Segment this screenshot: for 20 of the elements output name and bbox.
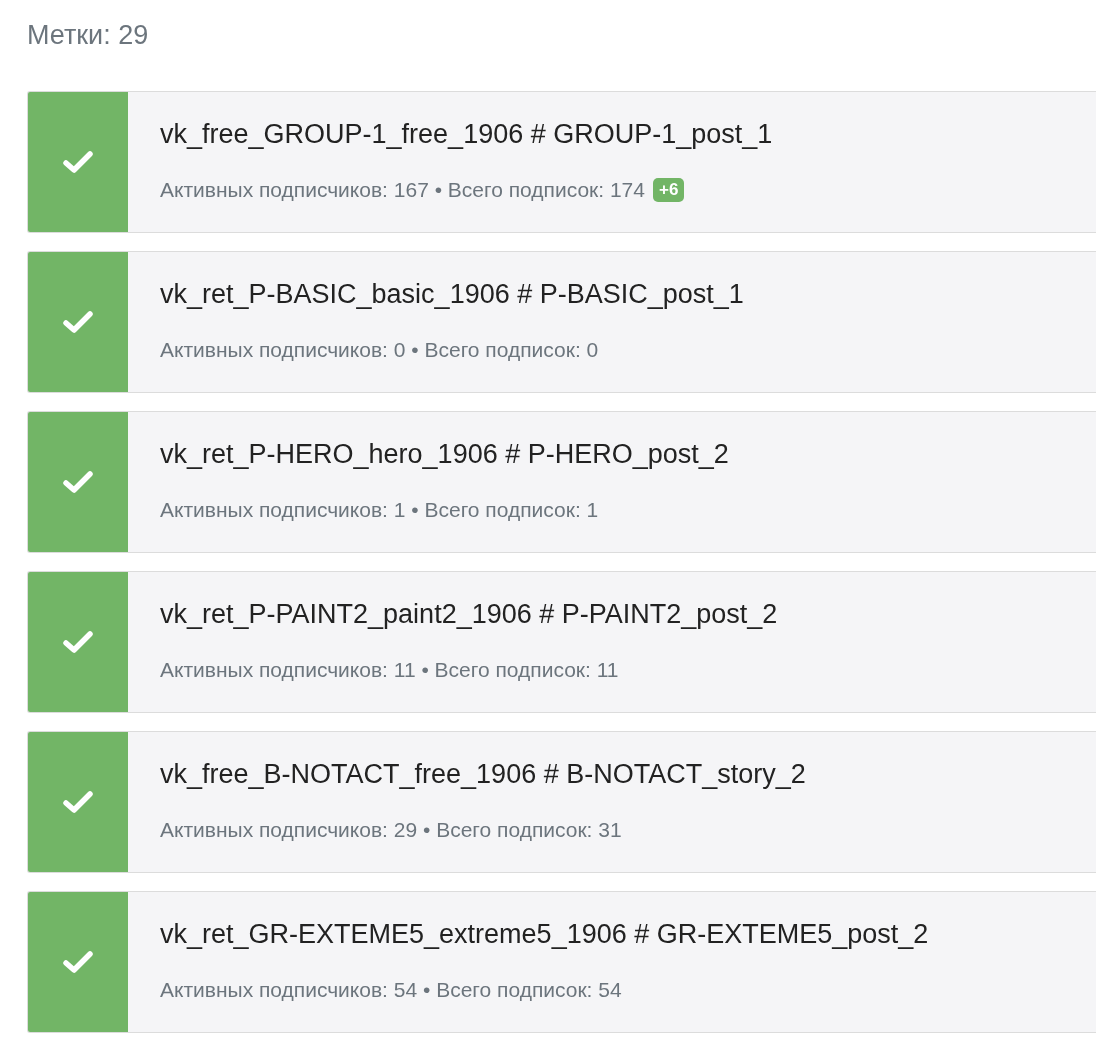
- subscriber-stats: Активных подписчиков: 1 • Всего подписок: 1: [160, 497, 599, 524]
- check-icon: [63, 470, 93, 495]
- subscriber-stats: Активных подписчиков: 0 • Всего подписок: 0: [160, 337, 599, 364]
- growth-badge: +6: [653, 178, 685, 203]
- check-icon: [63, 790, 93, 815]
- tag-count: Метки: 29: [27, 19, 150, 52]
- check-icon: [63, 950, 93, 975]
- subscriber-stats: Активных подписчиков: 167 • Всего подписок: 174: [160, 177, 645, 204]
- subscriber-stats: Активных подписчиков: 11 • Всего подписок: 11: [160, 657, 619, 684]
- subscriber-stats: Активных подписчиков: 54 • Всего подписок: 54: [160, 977, 622, 1004]
- tag-title: vk_ret_P-HERO_hero_1906 # P-HERO_post_2: [160, 438, 729, 472]
- check-icon: [63, 630, 93, 655]
- tag-title: vk_ret_P-PAINT2_paint2_1906 # P-PAINT2_post_2: [160, 598, 778, 632]
- subscriber-stats: Активных подписчиков: 29 • Всего подписок: 31: [160, 817, 622, 844]
- check-icon: [63, 310, 93, 335]
- tag-title: vk_ret_P-BASIC_basic_1906 # P-BASIC_post_1: [160, 278, 744, 312]
- tag-title: vk_ret_GR-EXTEME5_extreme5_1906 # GR-EXTEME5_post_2: [160, 918, 929, 952]
- check-icon: [63, 150, 93, 175]
- tag-title: vk_free_B-NOTACT_free_1906 # B-NOTACT_story_2: [160, 758, 806, 792]
- tag-title: vk_free_GROUP-1_free_1906 # GROUP-1_post_1: [160, 118, 773, 152]
